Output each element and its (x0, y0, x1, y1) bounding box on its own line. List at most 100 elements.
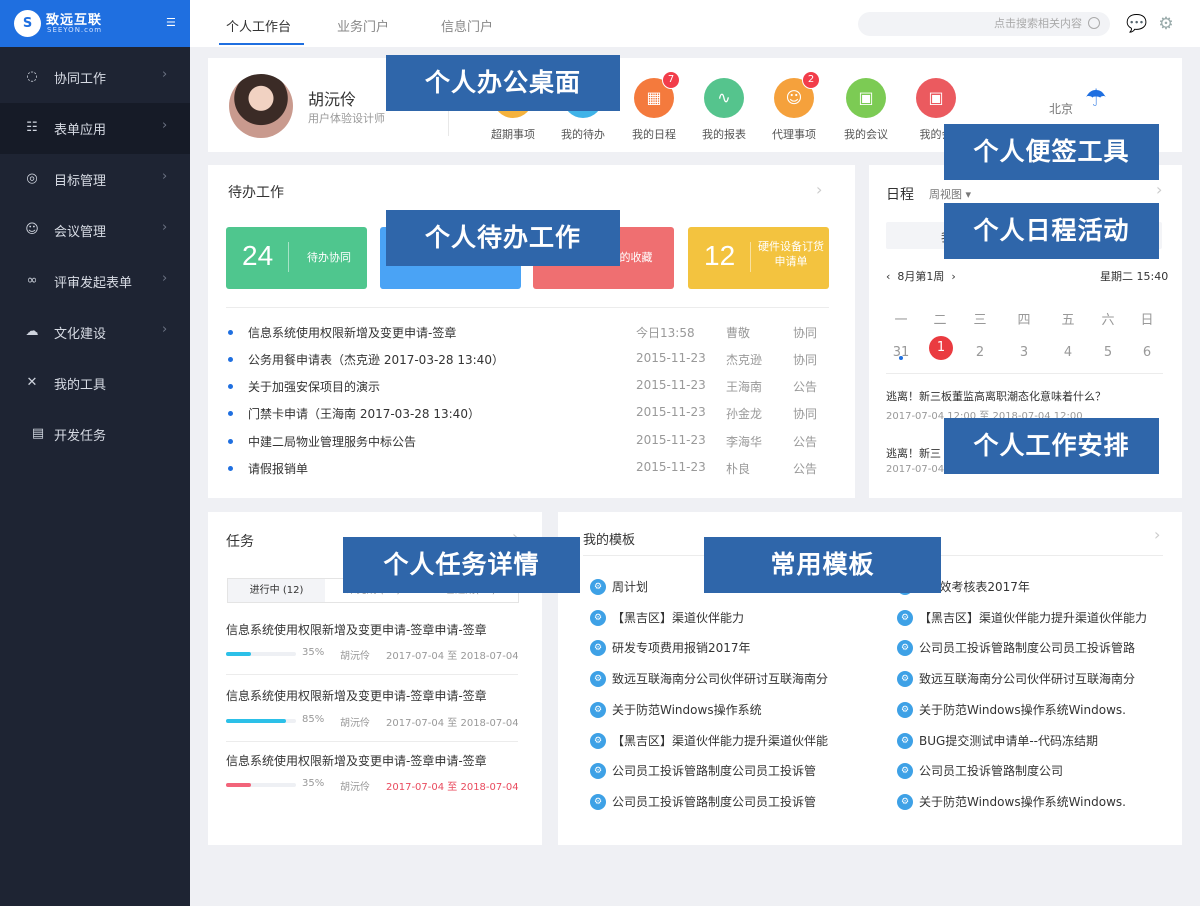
event-title[interactable]: 逃离！新三 (886, 445, 941, 461)
task-item-title[interactable]: 信息系统使用权限新增及变更申请-签章申请-签章 (226, 621, 487, 638)
gear-icon[interactable]: ⚙ (1155, 13, 1177, 35)
template-item[interactable]: ⚙ 致远互联海南分公司伙伴研讨互联海南分 (590, 670, 840, 690)
todo-item-type: 协同 (793, 326, 818, 340)
search-input[interactable]: 点击搜索相关内容 (858, 12, 1110, 36)
overlay-label-todo: 个人待办工作 (386, 210, 620, 266)
week-navigator[interactable]: ‹ 8月第1周 › (886, 268, 956, 284)
tab-business-portal[interactable]: 业务门户 (337, 16, 389, 35)
chat-icon[interactable]: 💬 (1126, 13, 1148, 35)
sidebar-item-culture[interactable]: ☁ 文化建设 › (0, 307, 190, 358)
event-marker (899, 356, 903, 360)
sidebar-item-forms[interactable]: ☷ 表单应用 › (0, 103, 190, 154)
chevron-right-icon[interactable]: › (1154, 525, 1160, 544)
sidebar-item-collaboration[interactable]: ◌ 协同工作 › (0, 52, 190, 103)
active-tab-indicator (219, 43, 304, 45)
template-icon: ⚙ (590, 640, 606, 657)
task-item-title[interactable]: 信息系统使用权限新增及变更申请-签章申请-签章 (226, 687, 487, 704)
calendar-day[interactable]: 2 (967, 340, 993, 366)
template-item[interactable]: ⚙ 【黑吉区】渠道伙伴能力提升渠道伙伴能力 (897, 609, 1147, 629)
tab-info-portal[interactable]: 信息门户 (441, 16, 493, 35)
sidebar-item-dev-tasks[interactable]: ▤ 开发任务 (0, 409, 190, 460)
template-item[interactable]: ⚙ 关于防范Windows操作系统Windows. (897, 793, 1147, 813)
template-icon: ⚙ (897, 793, 913, 810)
overlay-label-template: 常用模板 (704, 537, 941, 593)
calendar-day-today[interactable]: 1 (929, 336, 953, 360)
sidebar-item-targets[interactable]: ◎ 目标管理 › (0, 154, 190, 205)
chevron-right-icon[interactable]: › (816, 180, 822, 199)
template-item[interactable]: ⚙ 关于防范Windows操作系统 (590, 701, 840, 721)
weekday-head: 四 (1017, 313, 1031, 328)
calendar-day[interactable]: 4 (1055, 340, 1081, 366)
list-item[interactable]: 门禁卡申请（王海南 2017-03-28 13:40） 2015-11-23 孙… (228, 405, 828, 432)
bullet (228, 439, 233, 444)
quick-schedule[interactable]: ▦ 7 我的日程 (624, 71, 684, 142)
template-item[interactable]: ⚙ 研发专项费用报销2017年 (590, 639, 840, 659)
sidebar-item-tools[interactable]: ✕ 我的工具 (0, 358, 190, 409)
quick-reports[interactable]: ∿ 我的报表 (694, 78, 754, 142)
template-icon: ⚙ (590, 579, 606, 595)
list-item[interactable]: 关于加强安保项目的演示 2015-11-23 王海南 公告 (228, 378, 828, 405)
cloud-rain-icon: ☂ (1085, 84, 1107, 112)
quick-proxy[interactable]: ☺ 2 代理事项 (764, 71, 824, 142)
todo-item-date: 2015-11-23 (636, 405, 706, 419)
template-label: 【黑吉区】渠道伙伴能力 (612, 610, 745, 625)
sidebar-item-meetings[interactable]: ☺ 会议管理 › (0, 205, 190, 256)
quick-meetings[interactable]: ▣ 我的会议 (836, 78, 896, 142)
bullet (228, 411, 233, 416)
list-item[interactable]: 公务用餐申请表（杰克逊 2017-03-28 13:40） 2015-11-23… (228, 351, 828, 378)
template-item[interactable]: ⚙ 公司员工投诉管路制度公司员工投诉管 (590, 762, 840, 782)
task-person: 胡沅伶 (340, 782, 370, 793)
template-icon: ⚙ (897, 732, 913, 749)
template-item[interactable]: ⚙ 【黑吉区】渠道伙伴能力提升渠道伙伴能 (590, 732, 840, 752)
todo-item-date: 2015-11-23 (636, 378, 706, 392)
menu-collapse-icon[interactable]: ☰ (166, 17, 180, 29)
template-label: 关于防范Windows操作系统 (612, 702, 762, 717)
logo-icon: S (14, 10, 41, 37)
calendar-day[interactable]: 5 (1095, 340, 1121, 366)
calendar-day[interactable]: 31 (888, 340, 914, 366)
task-item-title[interactable]: 信息系统使用权限新增及变更申请-签章申请-签章 (226, 752, 487, 769)
todo-item-title: 请假报销单 (248, 462, 309, 476)
template-item[interactable]: ⚙ 致远互联海南分公司伙伴研讨互联海南分 (897, 670, 1147, 690)
sidebar-item-label: 我的工具 (54, 378, 107, 393)
calendar-day[interactable]: 6 (1134, 340, 1160, 366)
bullet (228, 357, 233, 362)
template-item[interactable]: ⚙ 公司员工投诉管路制度公司 (897, 762, 1147, 782)
event-title[interactable]: 逃离！新三板董监高离职潮态化意味着什么？ (886, 388, 1106, 404)
avatar[interactable] (229, 74, 293, 138)
template-item[interactable]: ⚙ BUG提交测试申请单--代码冻结期 (897, 732, 1147, 752)
bullet (228, 466, 233, 471)
calendar-day[interactable]: 3 (1011, 340, 1037, 366)
chevron-right-icon[interactable]: › (1156, 180, 1162, 199)
todo-item-title: 信息系统使用权限新增及变更申请-签章 (248, 326, 457, 340)
sidebar-item-review[interactable]: ∞ 评审发起表单 › (0, 256, 190, 307)
template-item[interactable]: ⚙ 公司员工投诉管路制度公司员工投诉管 (590, 793, 840, 813)
todo-item-date: 2015-11-23 (636, 351, 706, 365)
list-item[interactable]: 中建二局物业管理服务中标公告 2015-11-23 李海华 公告 (228, 433, 828, 460)
template-item[interactable]: ⚙ 关于防范Windows操作系统Windows. (897, 701, 1147, 721)
stat-card-hardware[interactable]: 12 硬件设备订货申请单 (688, 227, 829, 289)
search-icon[interactable] (1088, 17, 1100, 29)
quick-label: 我的会议 (844, 128, 888, 141)
chevron-left-icon[interactable]: ‹ (886, 270, 890, 283)
weekday-time: 星期二 15:40 (1100, 270, 1169, 283)
quick-label: 我的日程 (632, 128, 676, 141)
list-item[interactable]: 请假报销单 2015-11-23 朴良 公告 (228, 460, 828, 487)
overlay-label-desk: 个人办公桌面 (386, 55, 620, 111)
stat-card-collab[interactable]: 24 待办协同 (226, 227, 367, 289)
template-item[interactable]: ⚙ 公司员工投诉管路制度公司员工投诉管路 (897, 639, 1147, 659)
task-person: 胡沅伶 (340, 718, 370, 729)
list-item[interactable]: 信息系统使用权限新增及变更申请-签章 今日13:58 曹敬 协同 (228, 324, 828, 351)
chevron-right-icon: › (162, 322, 168, 337)
view-select[interactable]: 周视图 ▾ (929, 186, 971, 202)
template-icon: ⚙ (897, 701, 913, 718)
chevron-right-icon[interactable]: › (951, 270, 955, 283)
report-icon: ∿ (704, 78, 744, 118)
tab-in-progress[interactable]: 进行中 (12) (228, 579, 325, 602)
sync-circle-icon: ◌ (26, 69, 38, 84)
todo-item-type: 协同 (793, 407, 818, 421)
tab-personal-workbench[interactable]: 个人工作台 (226, 16, 291, 35)
template-item[interactable]: ⚙ 【黑吉区】渠道伙伴能力 (590, 609, 840, 629)
target-icon: ◎ (26, 171, 38, 186)
template-label: 研发专项费用报销2017年 (612, 641, 751, 656)
